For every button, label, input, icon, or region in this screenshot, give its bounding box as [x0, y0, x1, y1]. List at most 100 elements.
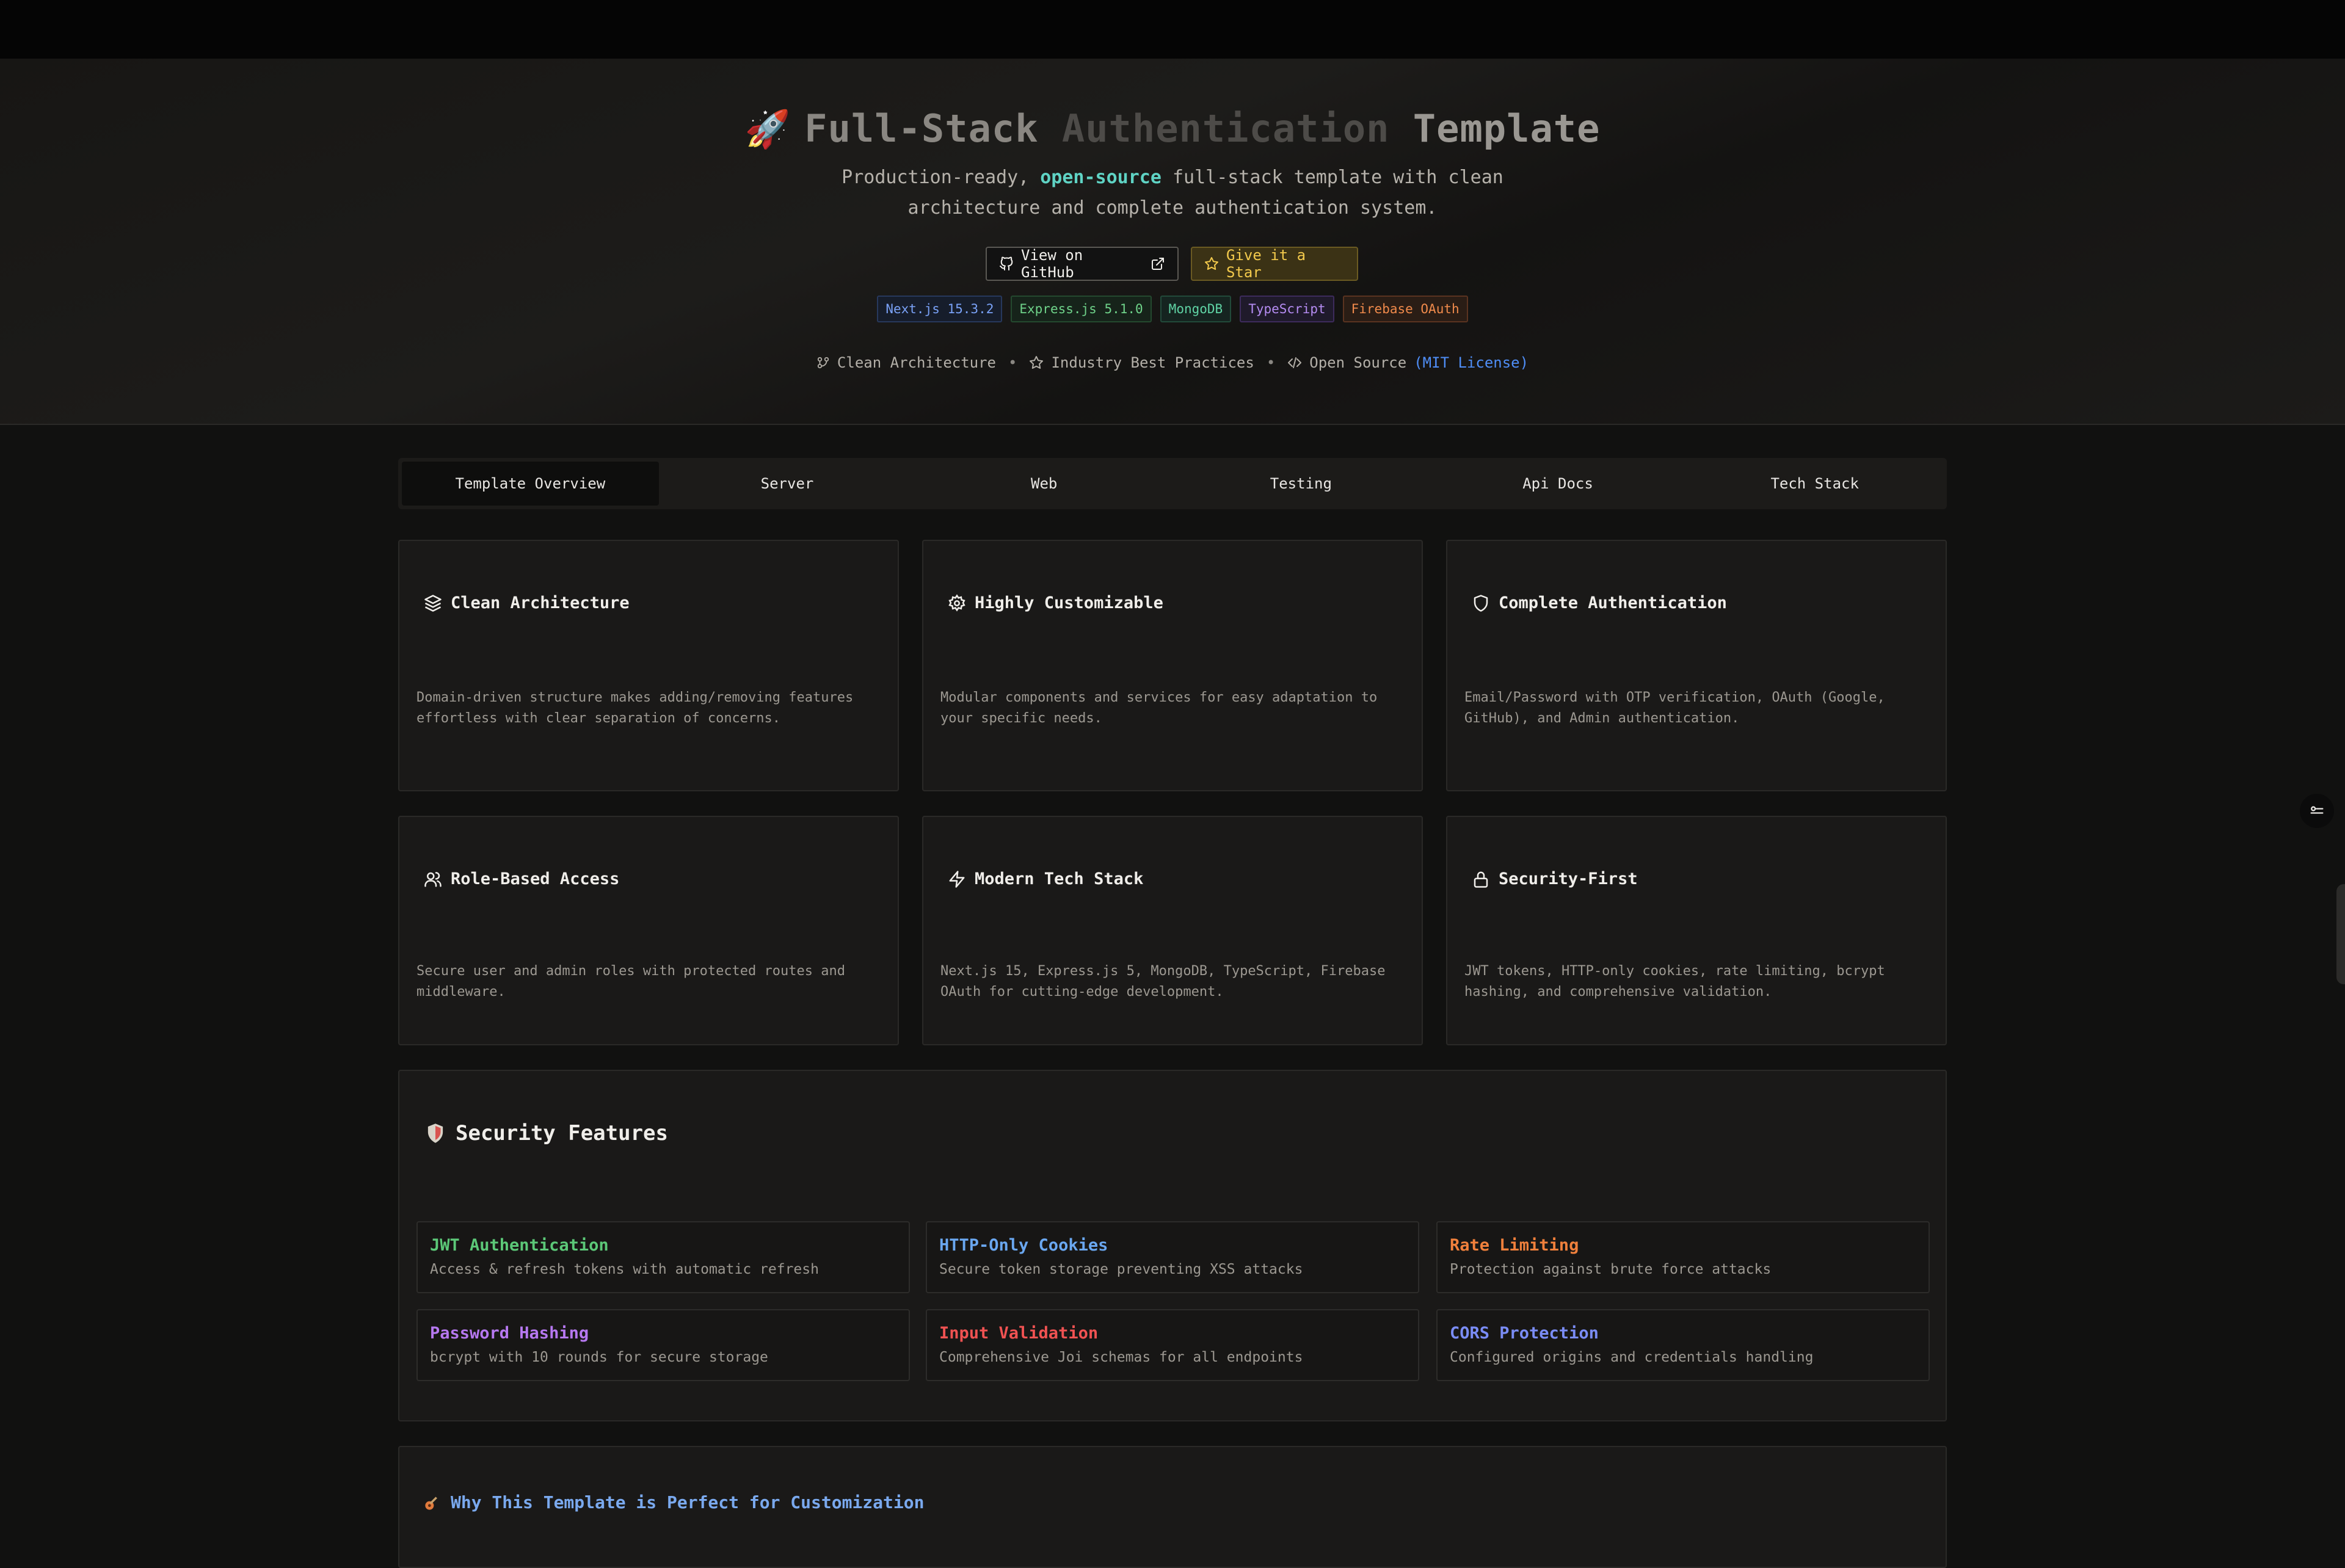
title-part-3: Template [1389, 106, 1601, 151]
lightning-icon [948, 870, 966, 888]
hero-section: 🚀 Full-Stack Authentication Template Prod… [0, 59, 2345, 425]
github-icon [999, 256, 1014, 271]
card-description: Modular components and services for easy… [940, 690, 1378, 726]
card-description: Domain-driven structure makes adding/rem… [416, 690, 854, 726]
tab-web[interactable]: Web [915, 462, 1172, 506]
card-title: Highly Customizable [948, 593, 1163, 612]
card-role-based-access: Role-Based Access Secure user and admin … [398, 816, 899, 1045]
layers-icon [424, 594, 442, 612]
security-features-panel: Security Features JWT Authentication Acc… [398, 1070, 1947, 1421]
section-title-text: Security Features [456, 1121, 668, 1145]
shield-icon [1472, 594, 1490, 612]
star-outline-icon [1029, 355, 1044, 370]
tab-testing[interactable]: Testing [1172, 462, 1430, 506]
gear-icon [948, 593, 966, 612]
card-title: Security-First [1472, 869, 1638, 888]
card-title-text: Highly Customizable [975, 593, 1163, 612]
subtitle-start: Production-ready, [842, 167, 1041, 188]
title-part-2: Authentication [1061, 106, 1390, 151]
security-item-name: HTTP-Only Cookies [939, 1236, 1108, 1255]
code-icon [1287, 355, 1302, 370]
feature-best-label: Industry Best Practices [1051, 354, 1254, 371]
external-link-icon [1151, 256, 1165, 271]
tab-template-overview[interactable]: Template Overview [402, 462, 659, 506]
feature-clean-label: Clean Architecture [837, 354, 997, 371]
shield-badge-icon [426, 1123, 445, 1144]
security-item-name: Rate Limiting [1450, 1236, 1579, 1255]
why-customization-panel: Why This Template is Perfect for Customi… [398, 1446, 1947, 1568]
tab-tech-stack[interactable]: Tech Stack [1686, 462, 1943, 506]
separator-dot: • [1008, 354, 1017, 371]
tab-server[interactable]: Server [659, 462, 916, 506]
title-part-1: Full-Stack [804, 106, 1062, 151]
security-item-cors: CORS Protection Configured origins and c… [1436, 1309, 1930, 1381]
why-title: Why This Template is Perfect for Customi… [424, 1492, 924, 1512]
card-highly-customizable: Highly Customizable Modular components a… [922, 540, 1423, 791]
users-icon [424, 870, 442, 888]
badge-mongodb: MongoDB [1160, 296, 1232, 322]
security-item-input-validation: Input Validation Comprehensive Joi schem… [926, 1309, 1419, 1381]
guitar-icon [424, 1494, 441, 1511]
rocket-icon: 🚀 [744, 108, 791, 151]
security-item-password-hashing: Password Hashing bcrypt with 10 rounds f… [416, 1309, 910, 1381]
security-item-name: JWT Authentication [430, 1236, 609, 1255]
github-button-label: View on GitHub [1021, 247, 1083, 281]
why-title-text: Why This Template is Perfect for Customi… [451, 1492, 925, 1512]
security-item-desc: Access & refresh tokens with automatic r… [430, 1261, 819, 1277]
feature-highlights: Clean Architecture • Industry Best Pract… [0, 354, 2345, 371]
security-item-desc: Comprehensive Joi schemas for all endpoi… [939, 1349, 1303, 1365]
star-button-label: Give it a Star [1226, 247, 1306, 281]
card-title: Role-Based Access [424, 869, 619, 888]
hero-subtitle: Production-ready, open-source full-stack… [794, 162, 1551, 223]
badge-nextjs: Next.js 15.3.2 [877, 296, 1003, 322]
card-title-text: Security-First [1499, 869, 1638, 888]
git-branch-icon [816, 356, 830, 369]
star-icon [1204, 256, 1219, 271]
card-title: Clean Architecture [424, 593, 630, 612]
card-title-text: Clean Architecture [451, 593, 630, 612]
security-item-jwt: JWT Authentication Access & refresh toke… [416, 1221, 910, 1293]
mit-license-link[interactable]: (MIT License) [1414, 354, 1529, 371]
security-features-title: Security Features [426, 1121, 668, 1145]
badge-firebase: Firebase OAuth [1342, 296, 1468, 322]
card-title: Complete Authentication [1472, 593, 1727, 612]
card-clean-architecture: Clean Architecture Domain-driven structu… [398, 540, 899, 791]
tab-bar: Template Overview Server Web Testing Api… [398, 458, 1947, 509]
top-bar [0, 0, 2345, 59]
card-title-text: Complete Authentication [1499, 593, 1727, 612]
badge-typescript: TypeScript [1240, 296, 1334, 322]
security-item-name: Input Validation [939, 1324, 1099, 1343]
security-item-desc: Configured origins and credentials handl… [1450, 1349, 1814, 1365]
lock-icon [1472, 870, 1490, 888]
security-item-http-only: HTTP-Only Cookies Secure token storage p… [926, 1221, 1419, 1293]
toggle-list-icon [2308, 802, 2325, 819]
card-title-text: Modern Tech Stack [975, 869, 1144, 888]
security-item-rate-limiting: Rate Limiting Protection against brute f… [1436, 1221, 1930, 1293]
floating-settings-button[interactable] [2300, 794, 2334, 828]
view-on-github-button[interactable]: View on GitHub [986, 247, 1179, 281]
separator-dot: • [1266, 354, 1276, 371]
card-description: Email/Password with OTP verification, OA… [1464, 690, 1885, 726]
card-complete-authentication: Complete Authentication Email/Password w… [1446, 540, 1947, 791]
card-title-text: Role-Based Access [451, 869, 620, 888]
subtitle-highlight: open-source [1040, 167, 1162, 188]
side-drawer-handle[interactable] [2336, 884, 2345, 984]
badge-express: Express.js 5.1.0 [1011, 296, 1152, 322]
page-title: 🚀 Full-Stack Authentication Template [0, 106, 2345, 151]
card-description: JWT tokens, HTTP-only cookies, rate limi… [1464, 964, 1885, 1000]
card-modern-tech-stack: Modern Tech Stack Next.js 15, Express.js… [922, 816, 1423, 1045]
feature-best-practices: Industry Best Practices [1029, 354, 1254, 371]
tab-api-docs[interactable]: Api Docs [1430, 462, 1687, 506]
tech-badges: Next.js 15.3.2 Express.js 5.1.0 MongoDB … [0, 296, 2345, 322]
security-item-name: CORS Protection [1450, 1324, 1599, 1343]
card-description: Secure user and admin roles with protect… [416, 964, 845, 1000]
security-item-desc: Secure token storage preventing XSS atta… [939, 1261, 1303, 1277]
give-star-button[interactable]: Give it a Star [1191, 247, 1358, 281]
security-item-desc: bcrypt with 10 rounds for secure storage [430, 1349, 768, 1365]
feature-open-label: Open Source [1309, 354, 1407, 371]
feature-open-source: Open Source (MIT License) [1287, 354, 1529, 371]
card-security-first: Security-First JWT tokens, HTTP-only coo… [1446, 816, 1947, 1045]
card-title: Modern Tech Stack [948, 869, 1143, 888]
card-description: Next.js 15, Express.js 5, MongoDB, TypeS… [940, 964, 1386, 1000]
security-item-desc: Protection against brute force attacks [1450, 1261, 1772, 1277]
